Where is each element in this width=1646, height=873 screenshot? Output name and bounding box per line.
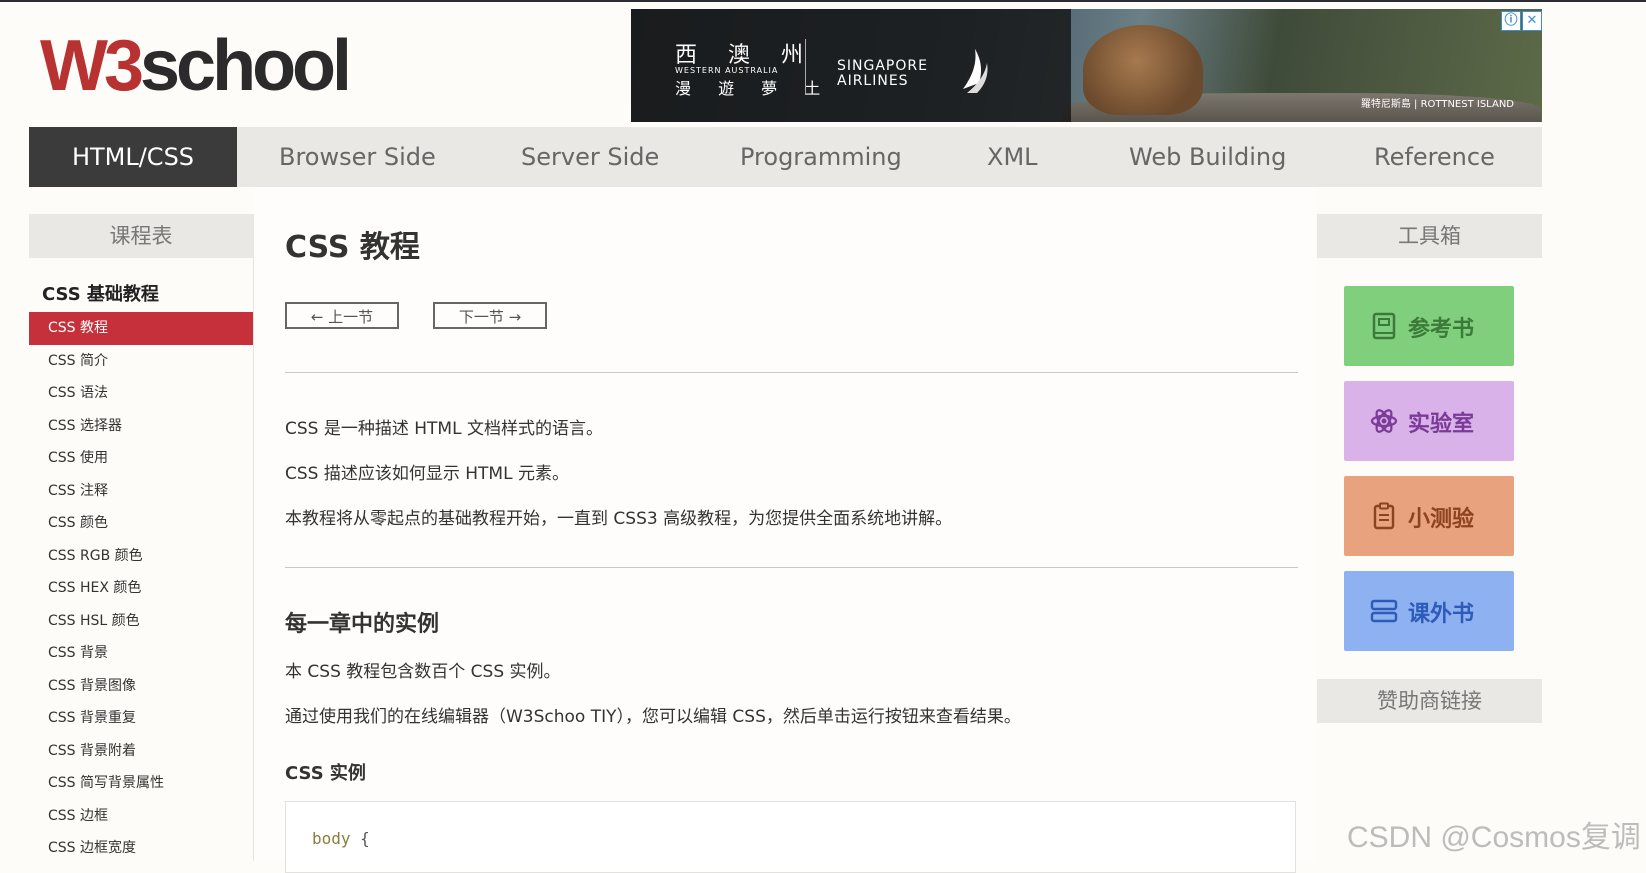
paragraph-2: CSS 描述应该如何显示 HTML 元素。	[285, 464, 569, 484]
sidebar-item-css-howto[interactable]: CSS 使用	[29, 442, 253, 475]
sidebar-item-css-hsl[interactable]: CSS HSL 颜色	[29, 605, 253, 638]
tool-label: 实验室	[1408, 412, 1475, 437]
sidebar-item-css-comments[interactable]: CSS 注释	[29, 475, 253, 508]
ad-location: 羅特尼斯島 | ROTTNEST ISLAND	[1360, 99, 1514, 110]
tool-label: 课外书	[1408, 602, 1475, 627]
ad-quokka-image	[1083, 25, 1203, 115]
nav-xml[interactable]: XML	[987, 127, 1038, 187]
sidebar-item-css-bg-shorthand[interactable]: CSS 简写背景属性	[29, 767, 253, 800]
next-button[interactable]: 下一节 →	[433, 302, 547, 329]
atom-icon	[1370, 409, 1398, 433]
ad-close-icon[interactable]: ✕	[1522, 11, 1542, 31]
sidebar-item-css-selectors[interactable]: CSS 选择器	[29, 410, 253, 443]
tool-label: 参考书	[1408, 317, 1475, 342]
logo-w3: W3	[40, 26, 144, 106]
paragraph-5: 通过使用我们的在线编辑器（W3Schoo TIY），您可以编辑 CSS，然后单击…	[285, 707, 1021, 727]
tool-label: 小测验	[1408, 507, 1475, 532]
nav-programming[interactable]: Programming	[740, 127, 902, 187]
ad-divider	[805, 39, 806, 95]
ad-airline-name: SINGAPORE AIRLINES	[837, 59, 928, 89]
ad-subtitle-en: WESTERN AUSTRALIA	[675, 66, 779, 75]
ad-tagline-cn: 漫 遊 夢 土	[675, 79, 832, 98]
ad-airline-line2: AIRLINES	[837, 73, 909, 89]
tool-extra-books-button[interactable]: 课外书	[1344, 571, 1514, 651]
left-sidebar: 课程表 CSS 基础教程 CSS 教程 CSS 简介 CSS 语法 CSS 选择…	[29, 214, 254, 861]
sidebar-item-css-bg-repeat[interactable]: CSS 背景重复	[29, 702, 253, 735]
ad-airline-line1: SINGAPORE	[837, 58, 928, 74]
example-heading: CSS 实例	[285, 763, 366, 784]
book-icon	[1372, 312, 1396, 340]
sidebar-item-css-bg-attachment[interactable]: CSS 背景附着	[29, 735, 253, 768]
sidebar-item-css-background[interactable]: CSS 背景	[29, 637, 253, 670]
main-nav: HTML/CSS Browser Side Server Side Progra…	[29, 127, 1542, 187]
sponsor-title: 赞助商链接	[1317, 679, 1542, 723]
code-example: body {	[285, 801, 1296, 873]
nav-server-side[interactable]: Server Side	[521, 127, 659, 187]
sidebar-title: 课程表	[29, 214, 253, 258]
sidebar-item-css-colors[interactable]: CSS 颜色	[29, 507, 253, 540]
top-border	[0, 0, 1646, 2]
ad-title-cn: 西 澳 州	[675, 43, 815, 68]
tool-reference-button[interactable]: 参考书	[1344, 286, 1514, 366]
sidebar-item-css-border-width[interactable]: CSS 边框宽度	[29, 832, 253, 865]
sidebar-item-css-syntax[interactable]: CSS 语法	[29, 377, 253, 410]
page-title: CSS 教程	[285, 230, 420, 265]
nav-web-building[interactable]: Web Building	[1129, 127, 1286, 187]
logo-school: school	[140, 26, 352, 106]
code-selector: body	[312, 829, 351, 848]
nav-browser-side[interactable]: Browser Side	[279, 127, 436, 187]
ad-info-icon[interactable]: ⓘ	[1501, 11, 1521, 31]
watermark: CSDN @Cosmos复调	[1347, 821, 1641, 854]
sidebar-list: CSS 教程 CSS 简介 CSS 语法 CSS 选择器 CSS 使用 CSS …	[29, 312, 253, 865]
tool-lab-button[interactable]: 实验室	[1344, 381, 1514, 461]
nav-reference[interactable]: Reference	[1374, 127, 1495, 187]
paragraph-1: CSS 是一种描述 HTML 文档样式的语言。	[285, 419, 603, 439]
prev-button[interactable]: ← 上一节	[285, 302, 399, 329]
sidebar-item-css-border[interactable]: CSS 边框	[29, 800, 253, 833]
divider	[285, 567, 1298, 568]
sidebar-item-css-bg-image[interactable]: CSS 背景图像	[29, 670, 253, 703]
stack-icon	[1370, 599, 1398, 623]
clipboard-icon	[1373, 502, 1395, 530]
section-heading: 每一章中的实例	[285, 612, 440, 637]
sidebar-item-css-tutorial[interactable]: CSS 教程	[29, 312, 253, 345]
tool-quiz-button[interactable]: 小测验	[1344, 476, 1514, 556]
divider	[285, 372, 1298, 373]
toolbox-title: 工具箱	[1317, 214, 1542, 258]
paragraph-3: 本教程将从零起点的基础教程开始，一直到 CSS3 高级教程，为您提供全面系统地讲…	[285, 509, 953, 529]
sidebar-section-title: CSS 基础教程	[42, 284, 159, 305]
site-logo[interactable]: W3school	[40, 26, 352, 106]
airline-bird-icon	[963, 49, 988, 93]
advertisement-banner[interactable]: 西 澳 州 WESTERN AUSTRALIA 漫 遊 夢 土 SINGAPOR…	[631, 9, 1542, 122]
nav-html-css[interactable]: HTML/CSS	[29, 127, 237, 187]
sidebar-item-css-rgb[interactable]: CSS RGB 颜色	[29, 540, 253, 573]
paragraph-4: 本 CSS 教程包含数百个 CSS 实例。	[285, 662, 561, 682]
code-line: body {	[312, 829, 370, 848]
sidebar-item-css-hex[interactable]: CSS HEX 颜色	[29, 572, 253, 605]
ad-controls: ⓘ ✕	[1500, 9, 1542, 31]
code-brace: {	[350, 829, 370, 848]
right-sidebar: 工具箱 参考书 实验室 小测验 课外书 赞助商链接	[1317, 214, 1542, 861]
sidebar-item-css-intro[interactable]: CSS 简介	[29, 345, 253, 378]
